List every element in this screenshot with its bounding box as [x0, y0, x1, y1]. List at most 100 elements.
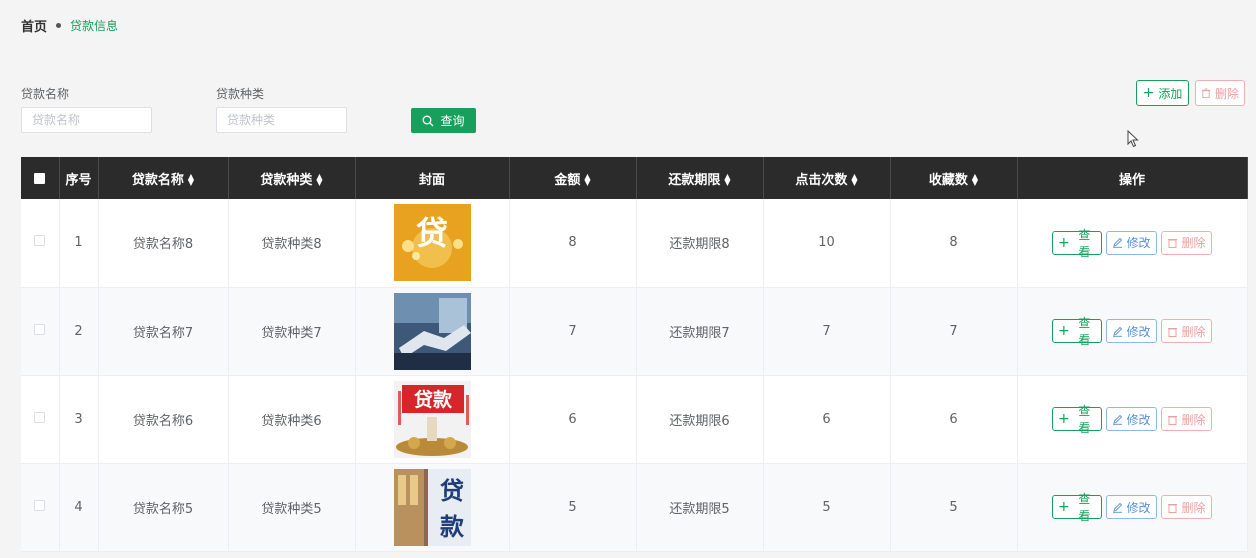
loan-type-input[interactable]	[216, 107, 347, 133]
add-button-label: 添加	[1158, 86, 1183, 101]
row-clicks: 7	[763, 287, 891, 376]
breadcrumb-separator-dot	[56, 23, 62, 28]
row-checkbox[interactable]	[34, 323, 46, 335]
plus-icon: +	[1058, 499, 1070, 515]
loan-table: 序号 贷款名称 ▲ ▼ 贷款种类 ▲ ▼ 封面 金额 ▲ ▼ 还款期限 ▲ ▼ 点击次数 ▲ ▼ 收…	[21, 157, 1248, 552]
sort-icon[interactable]: ▲ ▼	[188, 173, 194, 187]
table-header-row: 序号 贷款名称 ▲ ▼ 贷款种类 ▲ ▼ 封面 金额 ▲ ▼ 还款期限 ▲ ▼ 点击次数 ▲ ▼ 收…	[21, 157, 1248, 199]
table-row: 1 贷款名称8 贷款种类8 贷 8 还款期限8 10 8 + 查看 修改 删除	[21, 199, 1248, 288]
row-term: 还款期限6	[636, 375, 764, 464]
trash-icon	[1168, 415, 1178, 425]
row-amount: 5	[509, 463, 637, 552]
row-term: 还款期限5	[636, 463, 764, 552]
sort-icon[interactable]: ▲ ▼	[316, 173, 322, 187]
row-index: 1	[59, 199, 99, 288]
cover-gold-loan-image: 贷	[393, 204, 471, 282]
row-favorites: 8	[890, 199, 1018, 288]
edit-pencil-icon	[1113, 414, 1123, 425]
header-actions: 操作	[1017, 157, 1248, 199]
breadcrumb-home[interactable]: 首页	[21, 16, 47, 35]
row-amount: 7	[509, 287, 637, 376]
row-index: 4	[59, 463, 99, 552]
plus-icon: +	[1142, 85, 1155, 101]
svg-text:贷: 贷	[415, 214, 447, 252]
row-checkbox[interactable]	[34, 411, 46, 423]
sort-icon[interactable]: ▲ ▼	[972, 173, 978, 187]
header-name[interactable]: 贷款名称 ▲ ▼	[98, 157, 229, 199]
view-button[interactable]: + 查看	[1052, 492, 1102, 523]
header-term[interactable]: 还款期限 ▲ ▼	[636, 157, 764, 199]
row-amount: 8	[509, 199, 637, 288]
cover-red-loan-sign-image: 贷款	[393, 380, 471, 458]
header-index-label: 序号	[65, 172, 92, 188]
loan-name-input[interactable]	[21, 107, 152, 133]
edit-button[interactable]: 修改	[1106, 319, 1157, 343]
header-actions-label: 操作	[1118, 172, 1145, 188]
header-amount[interactable]: 金额 ▲ ▼	[509, 157, 637, 199]
row-checkbox[interactable]	[34, 235, 46, 247]
batch-delete-button[interactable]: 删除	[1195, 80, 1245, 106]
plus-icon: +	[1058, 234, 1070, 251]
trash-icon	[1168, 503, 1178, 513]
header-type[interactable]: 贷款种类 ▲ ▼	[228, 157, 356, 199]
row-checkbox[interactable]	[34, 499, 46, 511]
row-loan-type: 贷款种类8	[228, 199, 356, 288]
header-cover-label: 封面	[418, 172, 445, 188]
search-button[interactable]: 查询	[411, 108, 476, 133]
row-index: 2	[59, 287, 99, 376]
row-amount: 6	[509, 375, 637, 464]
search-icon	[423, 115, 434, 126]
trash-icon	[1168, 239, 1178, 249]
row-loan-type: 贷款种类6	[228, 375, 356, 464]
trash-icon	[1201, 88, 1211, 98]
select-all-header[interactable]	[21, 157, 60, 199]
search-button-label: 查询	[440, 114, 465, 128]
cover-handshake-image	[393, 292, 471, 370]
svg-text:贷: 贷	[440, 477, 464, 505]
view-button[interactable]: + 查看	[1052, 404, 1102, 435]
delete-button-label: 删除	[1214, 86, 1239, 101]
cover-blue-loan-sign-image: 贷 款	[393, 468, 471, 546]
sort-icon[interactable]: ▲ ▼	[584, 173, 590, 187]
table-row: 3 贷款名称6 贷款种类6 贷款 6 还款期限6 6 6 + 查看 修改 删除	[21, 375, 1248, 464]
delete-button[interactable]: 删除	[1161, 495, 1212, 519]
edit-button[interactable]: 修改	[1106, 230, 1157, 255]
select-all-checkbox[interactable]	[34, 172, 46, 184]
row-index: 3	[59, 375, 99, 464]
delete-button[interactable]: 删除	[1161, 407, 1212, 431]
row-favorites: 6	[890, 375, 1018, 464]
header-cover: 封面	[355, 157, 510, 199]
sort-icon[interactable]: ▲ ▼	[851, 173, 857, 187]
delete-button[interactable]: 删除	[1161, 319, 1212, 343]
row-clicks: 10	[763, 199, 891, 288]
delete-button[interactable]: 删除	[1161, 230, 1212, 255]
row-clicks: 6	[763, 375, 891, 464]
loan-type-label: 贷款种类	[216, 87, 265, 101]
edit-pencil-icon	[1113, 238, 1123, 249]
header-type-label: 贷款种类	[260, 172, 313, 188]
row-loan-name: 贷款名称8	[98, 199, 229, 288]
trash-icon	[1168, 327, 1178, 337]
header-clicks-label: 点击次数	[795, 172, 848, 188]
row-loan-name: 贷款名称5	[98, 463, 229, 552]
header-term-label: 还款期限	[668, 172, 721, 188]
header-favorites-label: 收藏数	[928, 172, 968, 188]
edit-pencil-icon	[1113, 502, 1123, 513]
header-clicks[interactable]: 点击次数 ▲ ▼	[763, 157, 891, 199]
sort-icon[interactable]: ▲ ▼	[724, 173, 730, 187]
plus-icon: +	[1058, 323, 1070, 339]
add-button[interactable]: + 添加	[1136, 80, 1189, 106]
table-row: 4 贷款名称5 贷款种类5 贷 款 5 还款期限5 5 5 + 查看 修改 删除	[21, 463, 1248, 552]
header-favorites[interactable]: 收藏数 ▲ ▼	[890, 157, 1018, 199]
edit-button[interactable]: 修改	[1106, 495, 1157, 519]
row-loan-type: 贷款种类5	[228, 463, 356, 552]
view-button[interactable]: + 查看	[1052, 228, 1102, 259]
breadcrumb-current: 贷款信息	[70, 19, 119, 33]
edit-button[interactable]: 修改	[1106, 407, 1157, 431]
row-favorites: 5	[890, 463, 1018, 552]
svg-text:款: 款	[440, 513, 465, 541]
row-term: 还款期限7	[636, 287, 764, 376]
row-loan-name: 贷款名称6	[98, 375, 229, 464]
row-favorites: 7	[890, 287, 1018, 376]
view-button[interactable]: + 查看	[1052, 316, 1102, 347]
